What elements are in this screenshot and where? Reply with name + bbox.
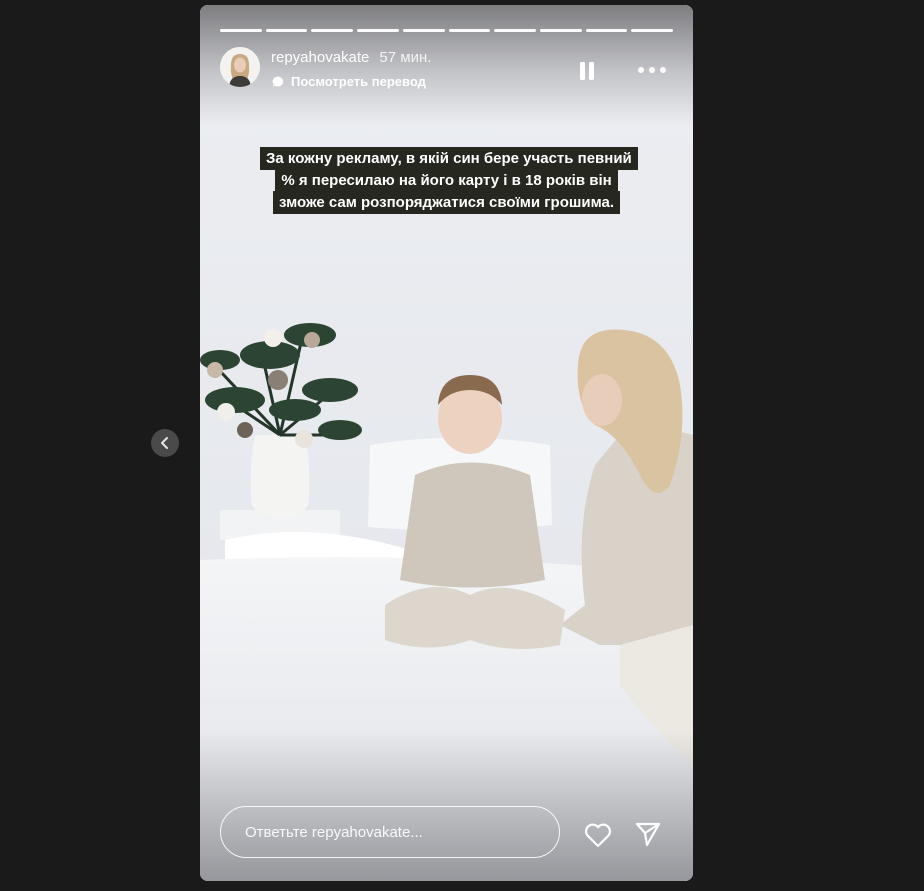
heart-icon <box>584 823 612 848</box>
avatar[interactable] <box>220 47 260 87</box>
see-translation-button[interactable]: Посмотреть перевод <box>271 74 426 89</box>
progress-segment <box>585 29 628 32</box>
progress-segment <box>448 29 491 32</box>
story-progress-bar <box>220 29 674 32</box>
speech-bubble-icon <box>272 76 284 87</box>
progress-segment <box>402 29 445 32</box>
share-button[interactable] <box>634 820 662 848</box>
avatar-image <box>220 47 260 87</box>
chevron-left-icon <box>161 437 168 449</box>
pause-button[interactable] <box>577 60 597 82</box>
previous-story-button[interactable] <box>151 429 179 457</box>
progress-segment <box>311 29 354 32</box>
more-horizontal-icon <box>638 67 666 73</box>
like-button[interactable] <box>583 821 613 849</box>
username-link[interactable]: repyahovakate <box>271 49 369 66</box>
story-timestamp: 57 мин. <box>379 49 432 66</box>
progress-segment <box>539 29 582 32</box>
story-caption: За кожну рекламу, в якій син бере участь… <box>260 147 638 214</box>
pause-icon <box>580 62 594 80</box>
see-translation-label: Посмотреть перевод <box>291 74 426 89</box>
progress-segment <box>631 29 674 32</box>
progress-segment <box>220 29 262 32</box>
reply-input[interactable] <box>220 806 560 858</box>
progress-segment <box>357 29 399 32</box>
story-header: repyahovakate 57 мин. Посмотреть перевод <box>220 47 673 97</box>
caption-text: За кожну рекламу, в якій син бере участь… <box>260 147 638 214</box>
paper-plane-icon <box>635 822 661 847</box>
story-viewer[interactable]: repyahovakate 57 мин. Посмотреть перевод… <box>200 5 693 881</box>
progress-segment <box>494 29 536 32</box>
more-options-button[interactable] <box>635 63 669 77</box>
progress-segment <box>265 29 308 32</box>
